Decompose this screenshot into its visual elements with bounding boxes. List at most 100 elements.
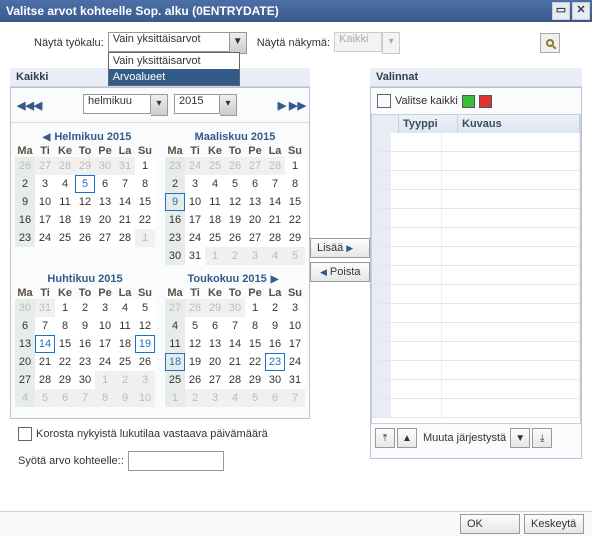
- prev-year-icon[interactable]: ◀◀: [17, 99, 31, 112]
- day-cell[interactable]: 19: [225, 211, 245, 229]
- day-cell[interactable]: 26: [185, 371, 205, 389]
- day-cell[interactable]: 21: [35, 353, 55, 371]
- day-cell[interactable]: 8: [55, 317, 75, 335]
- day-cell[interactable]: 2: [165, 175, 185, 193]
- day-cell[interactable]: 12: [225, 193, 245, 211]
- day-cell[interactable]: 7: [265, 175, 285, 193]
- day-cell[interactable]: 1: [245, 299, 265, 317]
- day-cell[interactable]: 29: [285, 229, 305, 247]
- day-cell[interactable]: 27: [95, 229, 115, 247]
- table-row[interactable]: [372, 190, 580, 209]
- day-cell[interactable]: 11: [205, 193, 225, 211]
- day-cell[interactable]: 31: [185, 247, 205, 265]
- cancel-button[interactable]: Keskeytä: [524, 514, 584, 534]
- table-row[interactable]: [372, 152, 580, 171]
- day-cell[interactable]: 21: [265, 211, 285, 229]
- day-cell[interactable]: 21: [225, 353, 245, 371]
- day-cell[interactable]: 30: [265, 371, 285, 389]
- close-icon[interactable]: ✕: [572, 2, 590, 20]
- day-cell[interactable]: 3: [35, 175, 55, 193]
- day-cell[interactable]: 5: [135, 299, 155, 317]
- day-cell[interactable]: 14: [265, 193, 285, 211]
- move-up-icon[interactable]: ▲: [397, 428, 417, 448]
- day-cell[interactable]: 27: [245, 229, 265, 247]
- day-cell[interactable]: 23: [165, 229, 185, 247]
- day-cell[interactable]: 22: [55, 353, 75, 371]
- table-row[interactable]: [372, 399, 580, 418]
- day-cell[interactable]: 25: [115, 353, 135, 371]
- table-row[interactable]: [372, 380, 580, 399]
- col-desc[interactable]: Kuvaus: [458, 115, 580, 133]
- day-cell[interactable]: 21: [115, 211, 135, 229]
- day-cell[interactable]: 2: [75, 299, 95, 317]
- year-select[interactable]: 2015: [174, 94, 220, 114]
- day-cell[interactable]: 5: [225, 175, 245, 193]
- day-cell[interactable]: 18: [205, 211, 225, 229]
- day-cell[interactable]: 25: [55, 229, 75, 247]
- day-cell[interactable]: 8: [245, 317, 265, 335]
- day-cell[interactable]: 22: [135, 211, 155, 229]
- day-cell[interactable]: 17: [35, 211, 55, 229]
- day-cell[interactable]: 15: [245, 335, 265, 353]
- day-cell[interactable]: 17: [285, 335, 305, 353]
- day-cell[interactable]: 2: [265, 299, 285, 317]
- day-cell[interactable]: 9: [165, 193, 185, 211]
- table-row[interactable]: [372, 304, 580, 323]
- table-row[interactable]: [372, 285, 580, 304]
- day-cell[interactable]: 19: [135, 335, 155, 353]
- add-button[interactable]: Lisää▶: [310, 238, 370, 258]
- day-cell[interactable]: 31: [285, 371, 305, 389]
- day-cell[interactable]: 3: [95, 299, 115, 317]
- day-cell[interactable]: 4: [205, 175, 225, 193]
- day-cell[interactable]: 7: [115, 175, 135, 193]
- day-cell[interactable]: 28: [115, 229, 135, 247]
- move-top-icon[interactable]: ⤒: [375, 428, 395, 448]
- day-cell[interactable]: 4: [165, 317, 185, 335]
- day-cell[interactable]: 13: [245, 193, 265, 211]
- col-type[interactable]: Tyyppi: [399, 115, 458, 133]
- day-cell[interactable]: 15: [285, 193, 305, 211]
- day-cell[interactable]: 7: [35, 317, 55, 335]
- day-cell[interactable]: 11: [55, 193, 75, 211]
- day-cell[interactable]: 20: [15, 353, 35, 371]
- day-cell[interactable]: 7: [225, 317, 245, 335]
- day-cell[interactable]: 27: [205, 371, 225, 389]
- day-cell[interactable]: 27: [15, 371, 35, 389]
- day-cell[interactable]: 5: [75, 175, 95, 193]
- day-cell[interactable]: 6: [205, 317, 225, 335]
- day-cell[interactable]: 16: [75, 335, 95, 353]
- day-cell[interactable]: 10: [185, 193, 205, 211]
- ok-button[interactable]: OK: [460, 514, 520, 534]
- day-cell[interactable]: 20: [205, 353, 225, 371]
- day-cell[interactable]: 14: [115, 193, 135, 211]
- day-cell[interactable]: 24: [95, 353, 115, 371]
- prev-icon[interactable]: ◀: [43, 132, 51, 143]
- day-cell[interactable]: 12: [75, 193, 95, 211]
- day-cell[interactable]: 16: [265, 335, 285, 353]
- day-cell[interactable]: 2: [15, 175, 35, 193]
- next-icon[interactable]: ▶: [271, 274, 279, 285]
- table-row[interactable]: [372, 228, 580, 247]
- day-cell[interactable]: 30: [165, 247, 185, 265]
- select-all-checkbox[interactable]: [377, 94, 391, 108]
- value-input[interactable]: [128, 451, 224, 471]
- day-cell[interactable]: 28: [35, 371, 55, 389]
- prev-month-icon[interactable]: ◀: [31, 99, 45, 112]
- table-row[interactable]: [372, 266, 580, 285]
- day-cell[interactable]: 10: [285, 317, 305, 335]
- day-cell[interactable]: 22: [245, 353, 265, 371]
- move-bottom-icon[interactable]: ⤓: [532, 428, 552, 448]
- day-cell[interactable]: 14: [35, 335, 55, 353]
- day-cell[interactable]: 11: [165, 335, 185, 353]
- day-cell[interactable]: 23: [15, 229, 35, 247]
- next-year-icon[interactable]: ▶▶: [289, 99, 303, 112]
- highlight-checkbox[interactable]: [18, 427, 32, 441]
- day-cell[interactable]: 24: [185, 229, 205, 247]
- day-cell[interactable]: 22: [285, 211, 305, 229]
- move-down-icon[interactable]: ▼: [510, 428, 530, 448]
- day-cell[interactable]: 10: [95, 317, 115, 335]
- day-cell[interactable]: 28: [225, 371, 245, 389]
- table-row[interactable]: [372, 133, 580, 152]
- day-cell[interactable]: 9: [75, 317, 95, 335]
- day-cell[interactable]: 26: [75, 229, 95, 247]
